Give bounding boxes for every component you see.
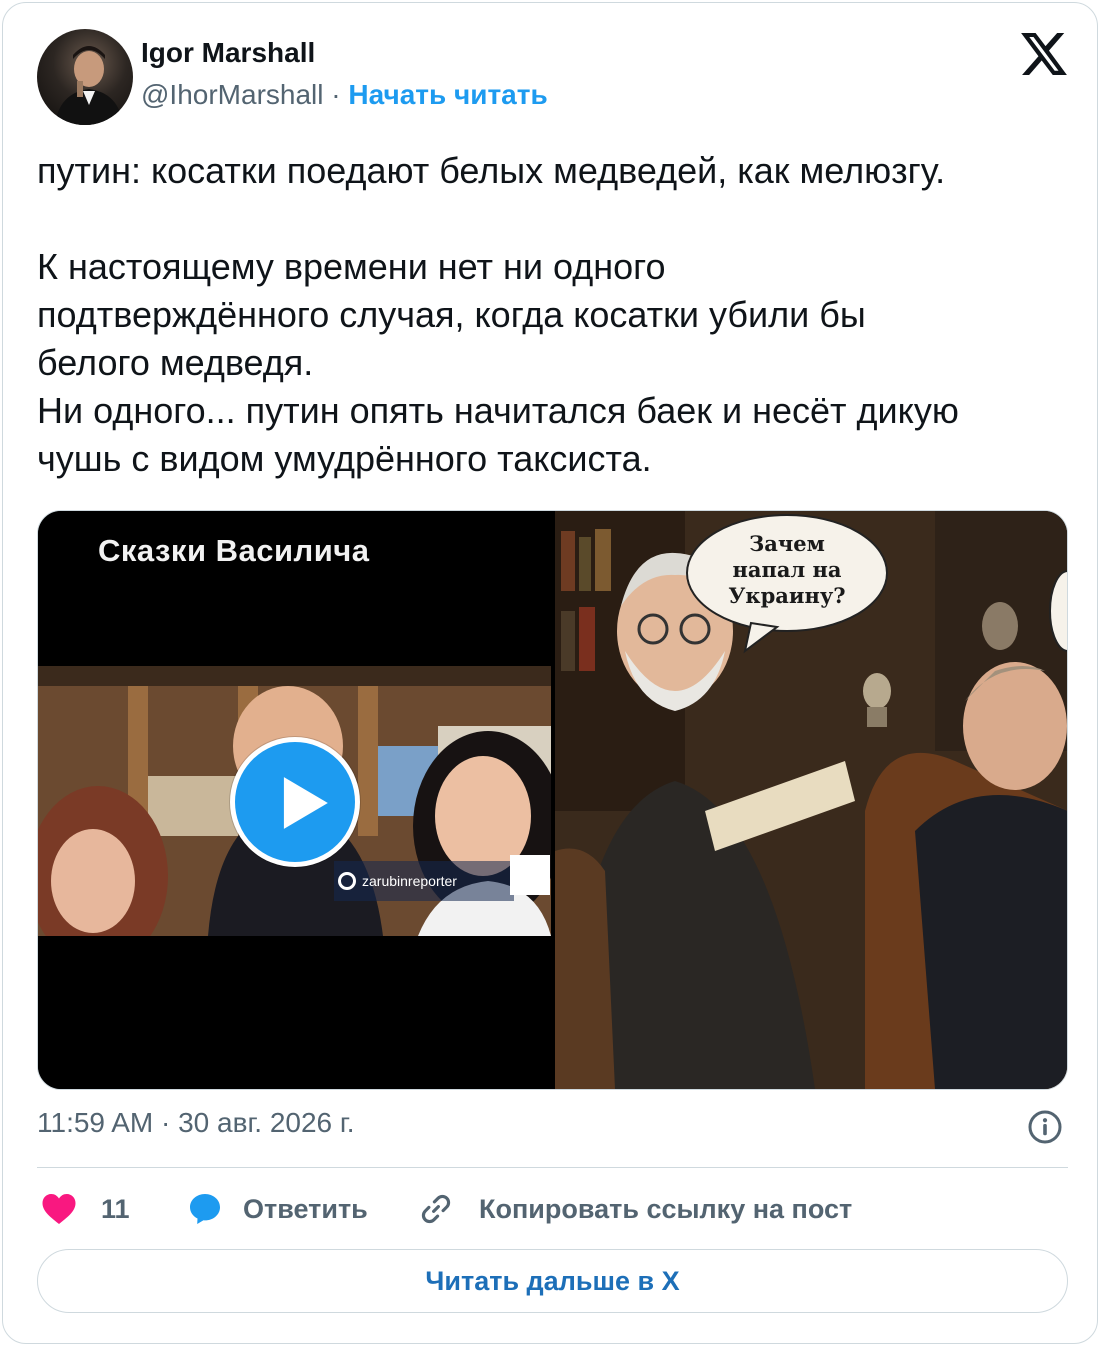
- follow-link[interactable]: Начать читать: [348, 79, 547, 110]
- speech-line: напал на: [732, 557, 842, 582]
- tweet-line: подтверждённого случая, когда косатки уб…: [37, 294, 866, 335]
- watermark-logo-icon: [338, 872, 356, 890]
- author-name[interactable]: Igor Marshall: [141, 37, 315, 69]
- tweet-card: Igor Marshall @IhorMarshall · Начать чит…: [2, 2, 1098, 1344]
- x-logo-icon[interactable]: [1021, 33, 1067, 75]
- watermark: zarubinreporter: [334, 855, 550, 901]
- play-button[interactable]: [230, 737, 360, 867]
- info-icon[interactable]: [1027, 1109, 1063, 1145]
- tweet-line: Ни одного... путин опять начитался баек …: [37, 390, 959, 431]
- author-handle[interactable]: @IhorMarshall: [141, 79, 323, 110]
- reply-button[interactable]: Ответить: [187, 1189, 368, 1229]
- tweet-line: чушь с видом умудрённого таксиста.: [37, 438, 652, 479]
- qr-code-icon: [510, 855, 550, 895]
- watermark-text: zarubinreporter: [362, 873, 457, 889]
- speech-bubble: Зачем напал на Украину?: [712, 531, 862, 609]
- avatar[interactable]: [37, 29, 133, 125]
- tweet-line: белого медведя.: [37, 342, 314, 383]
- meme-image[interactable]: Зачем напал на Украину?: [555, 511, 1067, 1089]
- timestamp[interactable]: 11:59 AM · 30 авг. 2026 г.: [37, 1107, 354, 1139]
- speech-line: Украину?: [728, 583, 846, 608]
- separator: ·: [331, 79, 341, 110]
- like-button[interactable]: 11: [41, 1189, 130, 1229]
- copy-link-button[interactable]: Копировать ссылку на пост: [417, 1189, 852, 1229]
- like-count: 11: [101, 1193, 130, 1224]
- copy-link-label: Копировать ссылку на пост: [479, 1193, 853, 1224]
- read-more-button[interactable]: Читать дальше в X: [37, 1249, 1068, 1313]
- tweet-line: К настоящему времени нет ни одного: [37, 246, 666, 287]
- speech-line: Зачем: [749, 531, 825, 556]
- tweet-line: путин: косатки поедают белых медведей, к…: [37, 150, 946, 191]
- author-meta: @IhorMarshall · Начать читать: [141, 79, 548, 111]
- divider: [37, 1167, 1068, 1168]
- play-icon: [283, 777, 328, 829]
- media-grid: Сказки Василича zarubinreporter Зачем на…: [37, 510, 1068, 1090]
- reply-bubble-icon: [190, 1194, 220, 1224]
- reply-label: Ответить: [243, 1193, 368, 1224]
- heart-icon: [42, 1194, 76, 1224]
- link-icon: [421, 1194, 451, 1224]
- video-thumbnail[interactable]: Сказки Василича zarubinreporter: [38, 511, 551, 1089]
- video-title: Сказки Василича: [98, 533, 370, 568]
- tweet-text: путин: косатки поедают белых медведей, к…: [37, 147, 1077, 483]
